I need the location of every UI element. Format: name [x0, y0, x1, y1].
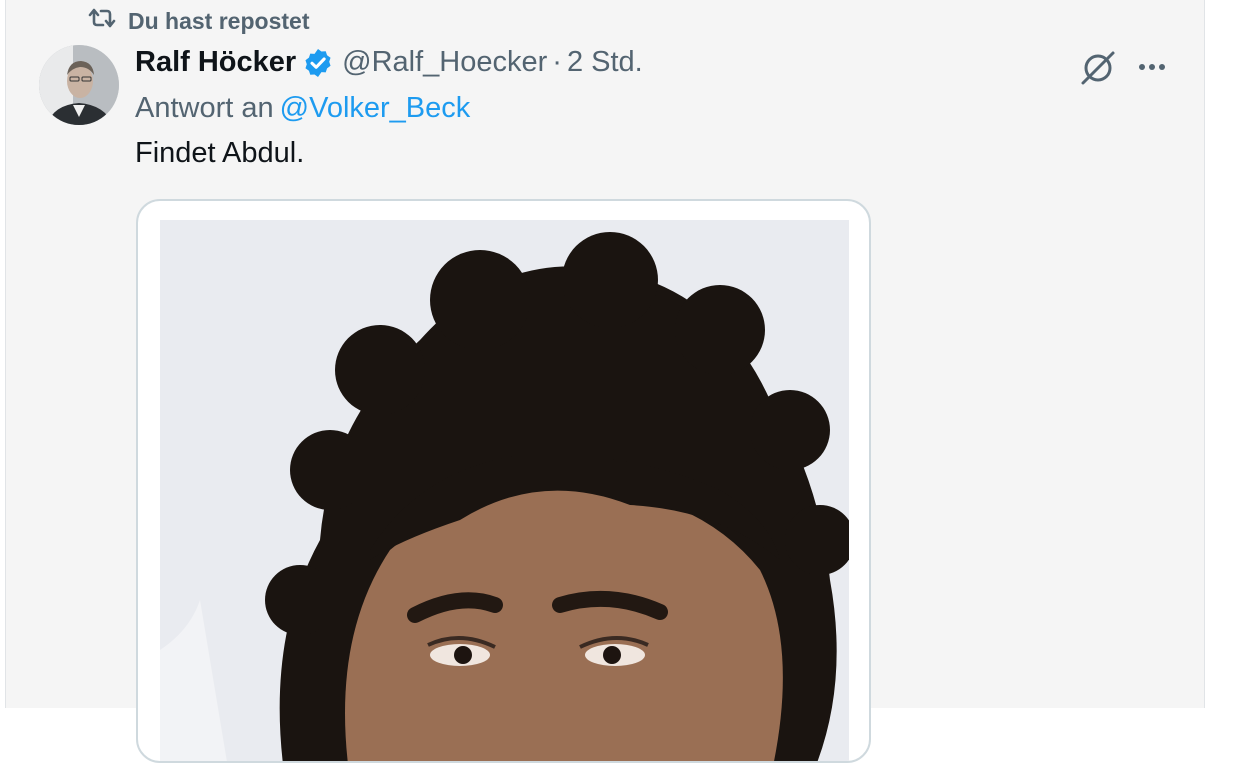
more-options-button[interactable] [1134, 50, 1174, 84]
author-avatar[interactable] [39, 45, 119, 125]
repost-indicator[interactable]: Du hast repostet [86, 6, 309, 36]
author-name[interactable]: Ralf Höcker [135, 46, 296, 79]
tweet-text: Findet Abdul. [135, 137, 305, 169]
reply-mention-link[interactable]: @Volker_Beck [280, 92, 471, 124]
header-separator: · [552, 46, 562, 78]
tweet-media[interactable] [136, 199, 871, 763]
reply-context: Antwort an @Volker_Beck [135, 92, 470, 125]
repost-icon [86, 6, 118, 36]
verified-badge-icon[interactable] [302, 47, 334, 79]
reply-prefix: Antwort an [135, 92, 274, 124]
repost-label: Du hast repostet [128, 7, 310, 34]
grok-icon[interactable] [1078, 48, 1118, 88]
tweet-timestamp[interactable]: 2 Std. [567, 46, 643, 79]
author-handle[interactable]: @Ralf_Hoecker [342, 46, 547, 79]
more-icon [1134, 64, 1174, 88]
media-photo[interactable] [160, 220, 849, 763]
tweet-header: Ralf Höcker @Ralf_Hoecker · 2 Std. [135, 46, 643, 79]
